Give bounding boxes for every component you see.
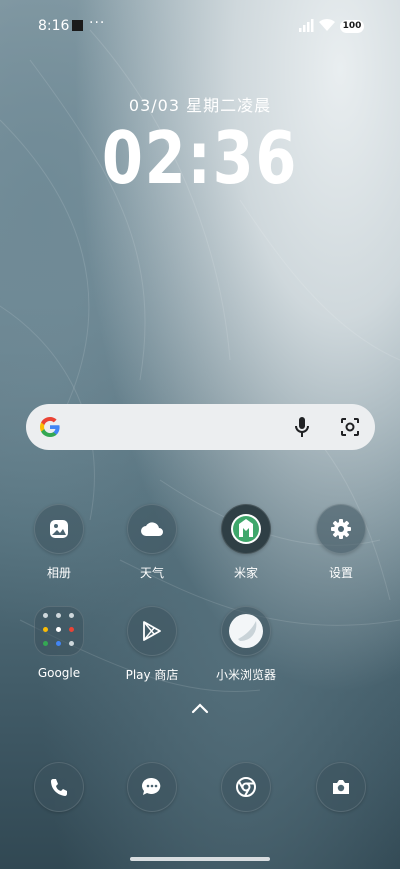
chevron-up-icon[interactable] xyxy=(191,702,209,714)
dock-messages[interactable] xyxy=(107,762,197,812)
app-label: Google xyxy=(37,666,81,680)
app-settings[interactable]: 设置 xyxy=(296,504,386,581)
wifi-icon xyxy=(319,18,335,31)
microphone-icon[interactable] xyxy=(294,415,310,439)
lockscreen-date: 03/03 星期二凌晨 xyxy=(128,96,272,115)
app-label: 天气 xyxy=(139,566,164,580)
google-lens-icon[interactable] xyxy=(339,416,361,438)
lockscreen-clock: 02:36 xyxy=(101,116,299,200)
folder-google[interactable]: Google xyxy=(14,606,104,680)
app-play-store[interactable]: Play 商店 xyxy=(107,606,197,683)
chrome-icon xyxy=(221,762,271,812)
phone-icon xyxy=(34,762,84,812)
status-bar: 8:16 ··· 100 xyxy=(0,0,400,54)
settings-icon xyxy=(316,504,366,554)
dock-chrome[interactable] xyxy=(201,762,291,812)
photos-icon xyxy=(34,504,84,554)
dock-phone[interactable] xyxy=(14,762,104,812)
dock-camera[interactable] xyxy=(296,762,386,812)
google-g-icon xyxy=(40,417,60,437)
camera-icon xyxy=(316,762,366,812)
gesture-navigation-bar[interactable] xyxy=(130,857,270,861)
app-label: Play 商店 xyxy=(125,668,179,682)
messages-icon xyxy=(127,762,177,812)
app-label: 小米浏览器 xyxy=(215,668,276,682)
app-label: 米家 xyxy=(233,566,258,580)
google-folder-icon xyxy=(34,606,84,656)
weather-icon xyxy=(127,504,177,554)
mijia-icon xyxy=(221,504,271,554)
app-photos[interactable]: 相册 xyxy=(14,504,104,581)
status-time: 8:16 xyxy=(38,18,70,34)
notification-more-dots: ··· xyxy=(89,15,106,31)
mi-browser-icon xyxy=(221,606,271,656)
app-mijia[interactable]: 米家 xyxy=(201,504,291,581)
app-label: 设置 xyxy=(328,566,353,580)
app-label: 相册 xyxy=(46,566,71,580)
play-store-icon xyxy=(127,606,177,656)
google-search-bar[interactable] xyxy=(26,404,375,450)
app-weather[interactable]: 天气 xyxy=(107,504,197,581)
app-mi-browser[interactable]: 小米浏览器 xyxy=(201,606,291,683)
cellular-signal-icon xyxy=(299,19,314,32)
notification-square-icon xyxy=(72,20,83,31)
battery-indicator: 100 xyxy=(340,20,364,33)
